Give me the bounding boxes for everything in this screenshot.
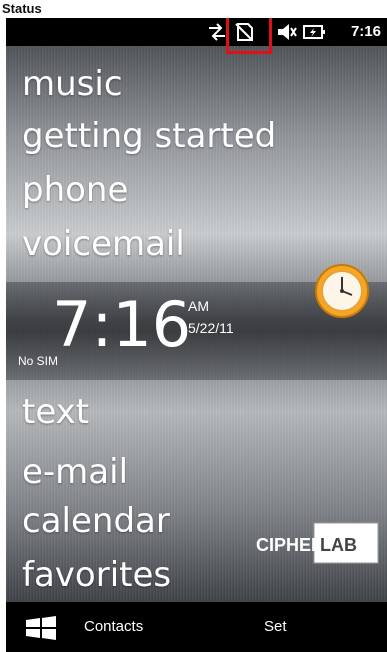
speaker-muted-icon[interactable]: [276, 22, 298, 42]
menu-item-e-mail[interactable]: e-mail: [22, 452, 128, 492]
battery-charging-icon[interactable]: [302, 22, 326, 42]
menu-item-getting-started[interactable]: getting started: [22, 116, 276, 156]
taskbar: Contacts Set: [6, 602, 387, 652]
clock-icon[interactable]: [314, 263, 370, 319]
menu-item-favorites[interactable]: favorites: [22, 555, 171, 595]
menu-item-voicemail[interactable]: voicemail: [22, 224, 185, 264]
menu-item-text[interactable]: text: [22, 392, 89, 432]
highlight-box: [226, 18, 272, 54]
set-softkey[interactable]: Set: [264, 618, 287, 636]
cipherlab-logo: CIPHER LAB: [256, 522, 379, 564]
clock-time: 7:16: [52, 288, 192, 361]
data-sync-icon[interactable]: [206, 22, 228, 42]
menu-item-calendar[interactable]: calendar: [22, 501, 170, 541]
svg-text:LAB: LAB: [320, 535, 357, 555]
status-time: 7:16: [350, 23, 381, 40]
sim-status: No SIM: [18, 354, 59, 368]
page-header: Status: [0, 0, 387, 18]
clock-ampm: AM: [188, 298, 209, 314]
device-screen: 7:16 music getting started phone voicema…: [6, 18, 387, 652]
caption: Status: [2, 1, 42, 16]
clock-date: 5/22/11: [188, 320, 234, 336]
contacts-softkey[interactable]: Contacts: [84, 618, 143, 636]
svg-text:CIPHER: CIPHER: [256, 535, 324, 555]
menu-item-phone[interactable]: phone: [22, 170, 128, 210]
windows-start-icon[interactable]: [22, 614, 62, 642]
menu-item-music[interactable]: music: [22, 64, 123, 104]
status-bar: 7:16: [6, 18, 387, 46]
